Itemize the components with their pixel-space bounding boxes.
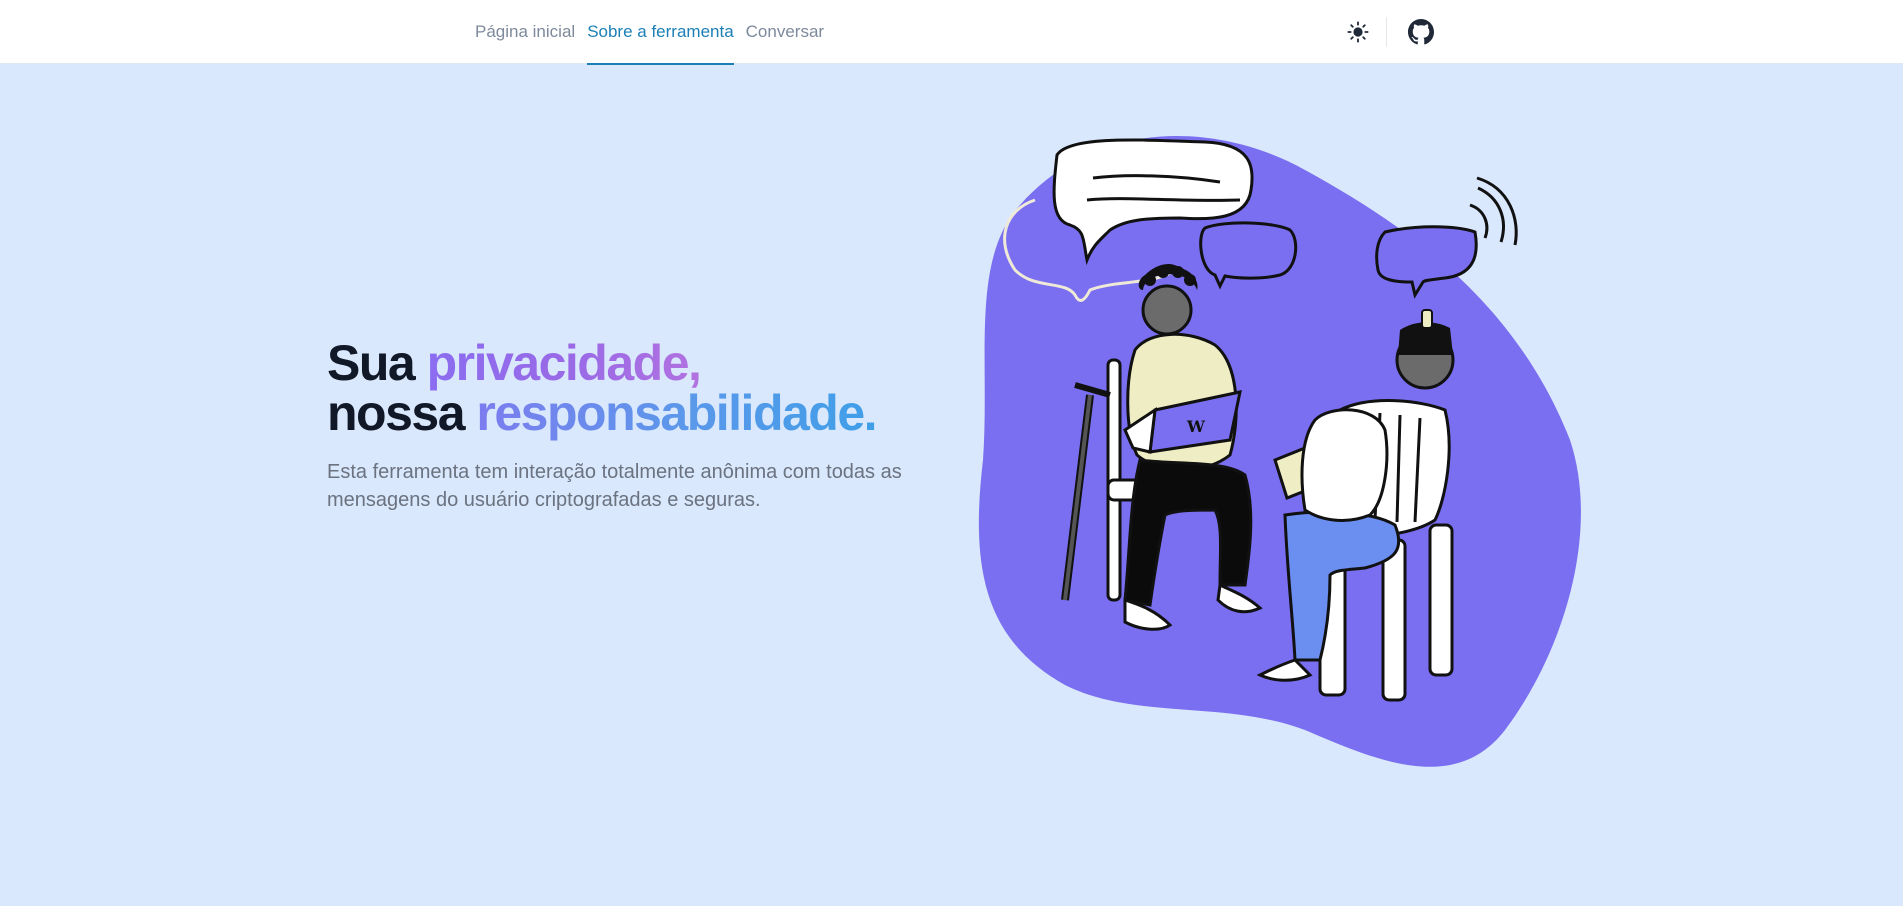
hero-text: Sua privacidade, nossa responsabilidade.…	[327, 338, 967, 514]
github-icon	[1408, 19, 1434, 45]
top-navbar: Página inicial Sobre a ferramenta Conver…	[0, 0, 1903, 65]
headline-nossa: nossa	[327, 385, 477, 441]
hero-illustration: W	[975, 130, 1585, 780]
sun-icon	[1347, 21, 1369, 43]
nav-link-about[interactable]: Sobre a ferramenta	[587, 0, 735, 65]
headline-responsabilidade: responsabilidade.	[476, 385, 877, 441]
header-actions	[1340, 0, 1439, 64]
theme-toggle-button[interactable]	[1340, 14, 1376, 50]
headline-sua: Sua	[327, 335, 427, 391]
nav-link-home[interactable]: Página inicial	[475, 0, 575, 64]
nav-link-chat[interactable]: Conversar	[746, 0, 824, 64]
header-divider	[1386, 17, 1387, 47]
hero-headline: Sua privacidade, nossa responsabilidade.	[327, 338, 967, 438]
headline-privacidade: privacidade,	[426, 335, 702, 391]
laptop-logo: W	[1186, 417, 1206, 436]
hero-description: Esta ferramenta tem interação totalmente…	[327, 461, 902, 511]
two-people-talking-illustration: W	[978, 136, 1581, 767]
main-nav: Página inicial Sobre a ferramenta Conver…	[475, 0, 824, 65]
github-link[interactable]	[1403, 14, 1439, 50]
